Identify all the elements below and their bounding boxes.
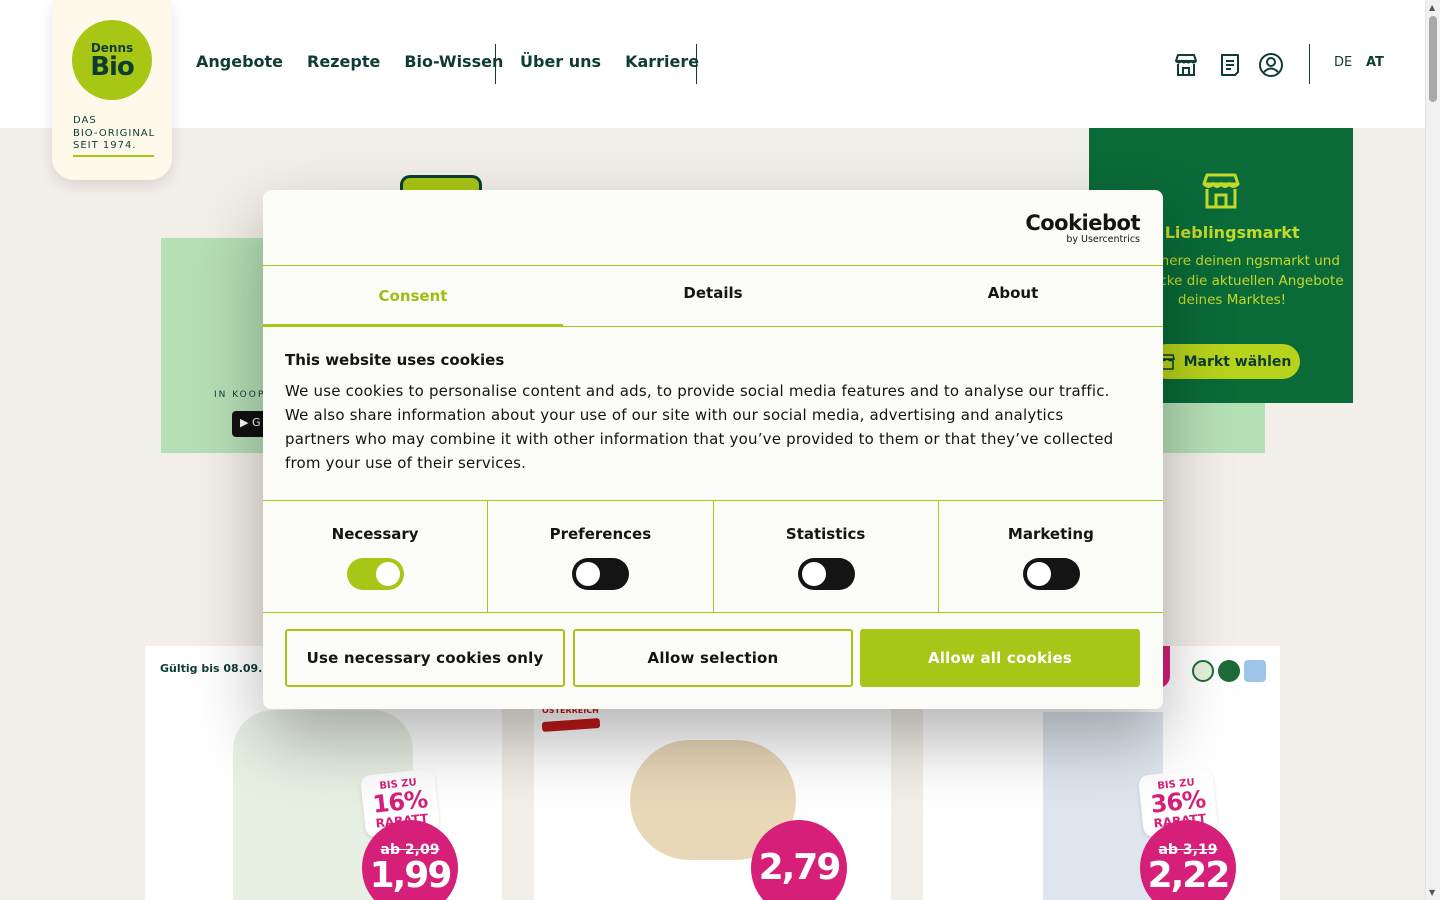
category-necessary: Necessary xyxy=(263,501,489,612)
account-icon[interactable] xyxy=(1258,52,1284,78)
nav-divider xyxy=(495,44,496,84)
preferences-toggle[interactable] xyxy=(572,558,630,590)
vegan-v-icon xyxy=(1218,660,1240,682)
marketing-toggle[interactable] xyxy=(1022,558,1080,590)
primary-nav: Angebote Rezepte Bio-Wissen xyxy=(196,52,503,71)
vegan-leaf-icon xyxy=(1192,660,1214,682)
active-tab-indicator xyxy=(263,324,563,327)
scroll-up-arrow-icon[interactable]: ▲ xyxy=(1429,3,1435,12)
price-bubble: 2,79 xyxy=(751,820,847,900)
nav-rezepte[interactable]: Rezepte xyxy=(307,52,380,71)
toggle-knob xyxy=(801,562,826,586)
cookie-tabs: Consent Details About xyxy=(263,265,1163,327)
category-label: Preferences xyxy=(549,525,652,543)
logo-tagline-line: BIO-ORIGINAL xyxy=(73,127,156,139)
tab-details[interactable]: Details xyxy=(563,266,863,326)
consent-title: This website uses cookies xyxy=(285,351,505,369)
scroll-thumb[interactable] xyxy=(1429,16,1437,102)
category-statistics: Statistics xyxy=(714,501,939,612)
logo-badge[interactable]: Denns Bio xyxy=(72,20,152,100)
necessary-toggle[interactable] xyxy=(347,558,405,590)
category-label: Marketing xyxy=(1007,525,1094,543)
nav-divider xyxy=(696,44,697,84)
consent-content: This website uses cookies We use cookies… xyxy=(285,351,1125,475)
page-scrollbar[interactable]: ▲ ▼ xyxy=(1425,0,1440,900)
logo-text-main: Bio xyxy=(90,52,135,82)
language-at[interactable]: AT xyxy=(1366,55,1384,70)
validity-text: Gültig bis 08.09.26 xyxy=(160,662,278,675)
logo-tagline: DAS BIO-ORIGINAL SEIT 1974. xyxy=(73,115,155,153)
nav-ueber-uns[interactable]: Über uns xyxy=(520,52,601,71)
nav-karriere[interactable]: Karriere xyxy=(625,52,699,71)
toggle-knob xyxy=(1026,562,1051,586)
statistics-toggle[interactable] xyxy=(797,558,855,590)
nav-angebote[interactable]: Angebote xyxy=(196,52,283,71)
category-label: Necessary xyxy=(331,525,419,543)
toggle-knob xyxy=(576,562,601,586)
logo-underline xyxy=(73,155,154,157)
category-preferences: Preferences xyxy=(488,501,714,612)
current-price: 1,99 xyxy=(369,855,453,896)
store-icon[interactable] xyxy=(1173,52,1199,78)
logo-tagline-line: DAS xyxy=(73,115,97,126)
cookiebot-logo: Cookiebot by Usercentrics xyxy=(1025,212,1140,245)
consent-body: We use cookies to personalise content an… xyxy=(285,382,1114,472)
tab-about[interactable]: About xyxy=(863,266,1163,326)
site-header: Denns Bio DAS BIO-ORIGINAL SEIT 1974. An… xyxy=(0,0,1425,180)
current-price: 2,79 xyxy=(758,847,842,888)
lactose-free-icon xyxy=(1244,660,1266,682)
toggle-knob xyxy=(376,562,401,586)
current-price: 2,22 xyxy=(1147,855,1231,896)
allow-selection-button[interactable]: Allow selection xyxy=(573,629,853,687)
nav-bio-wissen[interactable]: Bio-Wissen xyxy=(404,52,503,71)
shopping-list-icon[interactable] xyxy=(1217,52,1243,78)
tab-label: About xyxy=(987,284,1039,302)
use-necessary-only-button[interactable]: Use necessary cookies only xyxy=(285,629,565,687)
logo-tagline-line: SEIT 1974. xyxy=(73,140,137,151)
allow-all-cookies-button[interactable]: Allow all cookies xyxy=(860,629,1140,687)
cookie-category-toggles: Necessary Preferences Statistics Marketi… xyxy=(263,500,1163,613)
icon-divider xyxy=(1309,44,1310,84)
language-de[interactable]: DE xyxy=(1334,55,1352,70)
tab-label: Consent xyxy=(378,287,448,305)
price-bubble: ab 2,09 1,99 xyxy=(362,820,458,900)
cookiebot-logo-text: Cookiebot xyxy=(1025,211,1140,235)
tab-consent[interactable]: Consent xyxy=(263,266,563,327)
cookiebot-logo-subtext: by Usercentrics xyxy=(1066,234,1140,245)
origin-flag xyxy=(541,717,601,733)
store-icon xyxy=(1202,173,1240,209)
logo-card[interactable]: Denns Bio DAS BIO-ORIGINAL SEIT 1974. xyxy=(52,0,172,180)
secondary-nav: Über uns Karriere xyxy=(520,52,699,71)
category-label: Statistics xyxy=(785,525,866,543)
scroll-down-arrow-icon[interactable]: ▼ xyxy=(1429,888,1435,897)
choose-market-button[interactable]: Markt wählen xyxy=(1149,344,1300,379)
price-bubble: ab 3,19 2,22 xyxy=(1140,820,1236,900)
cookie-consent-dialog: Cookiebot by Usercentrics Consent Detail… xyxy=(263,190,1163,709)
category-marketing: Marketing xyxy=(939,501,1163,612)
choose-market-label: Markt wählen xyxy=(1183,353,1292,370)
tab-label: Details xyxy=(683,284,743,302)
